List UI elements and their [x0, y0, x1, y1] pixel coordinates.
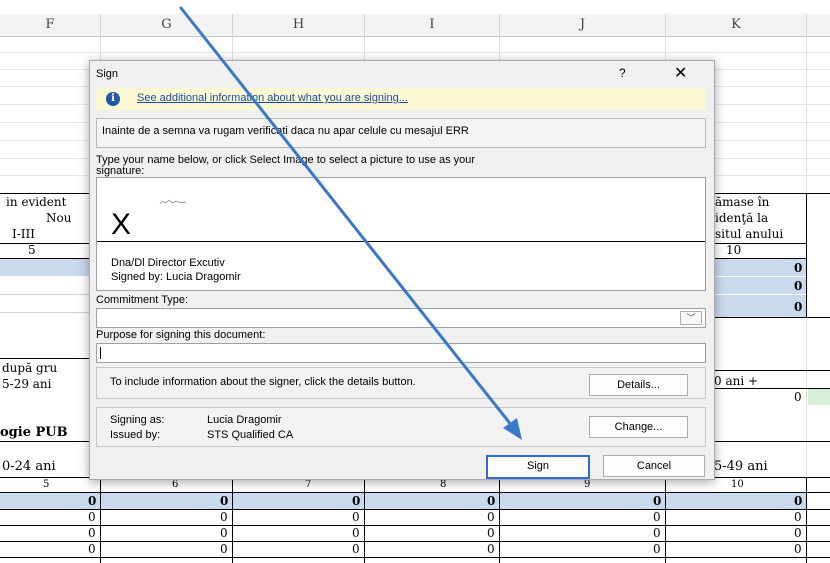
annotation-arrow-icon: [179, 6, 522, 440]
